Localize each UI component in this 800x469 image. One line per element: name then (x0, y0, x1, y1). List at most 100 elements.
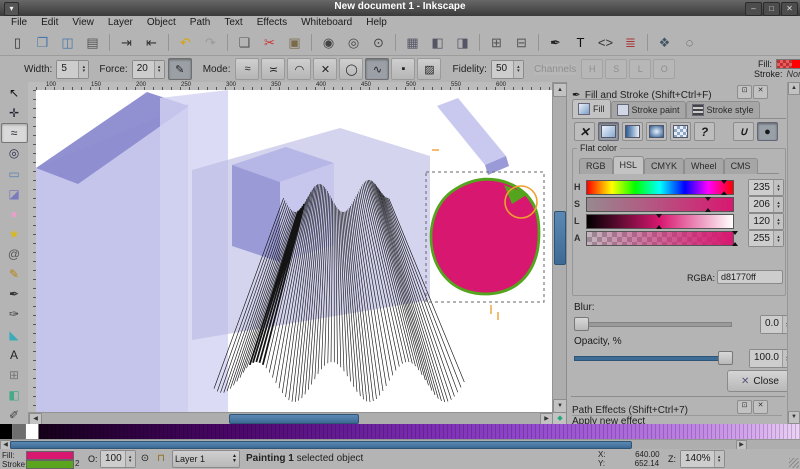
fill-stroke-panel-header[interactable]: ✒ Fill and Stroke (Shift+Ctrl+F) ⊡ ✕ (572, 85, 786, 99)
layer-visibility-icon[interactable]: ⊙ (138, 452, 152, 465)
open-document-button[interactable]: ❐ (31, 31, 54, 54)
align-dialog-button[interactable]: ≣ (619, 31, 642, 54)
redo-button[interactable]: ↷ (199, 31, 222, 54)
cs-tab-cms[interactable]: CMS (724, 158, 758, 174)
selector-tool[interactable]: ↖ (1, 83, 28, 103)
mode-move-button[interactable]: ≈ (235, 58, 259, 80)
create-clone-button[interactable]: ◧ (426, 31, 449, 54)
slider-thumb[interactable] (705, 208, 711, 212)
statusbar-stroke-swatch[interactable] (26, 460, 74, 469)
scroll-up-icon[interactable]: ▲ (788, 82, 800, 95)
slider-thumb[interactable] (705, 197, 711, 201)
slider-thumb[interactable] (721, 180, 727, 184)
print-button[interactable]: ▤ (81, 31, 104, 54)
vertical-scroll-thumb[interactable] (554, 211, 566, 265)
cs-tab-wheel[interactable]: Wheel (684, 158, 724, 174)
menu-item[interactable]: File (4, 17, 34, 28)
pen-tool[interactable]: ✒ (1, 284, 28, 304)
no-paint-button[interactable]: ✕ (574, 122, 595, 141)
dropper-tool[interactable]: ✐ (1, 405, 28, 425)
slider-thumb[interactable] (732, 242, 738, 246)
calligraphy-tool[interactable]: ✑ (1, 304, 28, 324)
palette-swatch-black[interactable] (0, 424, 13, 439)
palette-swatch-gray[interactable] (13, 424, 26, 439)
slider-thumb[interactable] (732, 231, 738, 235)
group-button[interactable]: ⊞ (485, 31, 508, 54)
slider-thumb[interactable] (656, 214, 662, 218)
unknown-paint-button[interactable]: ? (694, 122, 715, 141)
opacity-slider[interactable] (574, 350, 732, 364)
scroll-down-icon[interactable]: ▼ (788, 411, 800, 424)
text-dialog-button[interactable]: T (569, 31, 592, 54)
dock-float-button[interactable]: ⊡ (737, 85, 752, 99)
spin-arrows-icon[interactable]: ▴▾ (773, 214, 783, 229)
menu-item[interactable]: Whiteboard (294, 17, 359, 28)
scroll-up-icon[interactable]: ▲ (553, 83, 567, 97)
menu-item[interactable]: Path (183, 17, 218, 28)
horizontal-scroll-thumb[interactable] (229, 414, 359, 424)
fidelity-spinbox[interactable]: 50 ▴▾ (491, 60, 524, 79)
channel-o-button[interactable]: O (653, 59, 675, 79)
mode-scale-button[interactable]: ✕ (313, 58, 337, 80)
fill-swatch[interactable] (776, 59, 800, 69)
tab-stroke-style[interactable]: Stroke style (686, 101, 760, 118)
use-pressure-toggle[interactable]: ✎ (168, 58, 192, 80)
opacity-slider-thumb[interactable] (718, 351, 733, 365)
blur-slider-thumb[interactable] (574, 317, 589, 331)
dock-float-button[interactable]: ⊡ (737, 400, 752, 414)
scroll-down-icon[interactable]: ▼ (553, 399, 567, 413)
mode-move-inout-button[interactable]: ≍ (261, 58, 285, 80)
unlink-clone-button[interactable]: ◨ (451, 31, 474, 54)
cs-tab-hsl[interactable]: HSL (613, 156, 645, 174)
palette-purple-swatches[interactable] (39, 424, 800, 439)
tweak-tool[interactable]: ≈ (1, 123, 28, 143)
object-opacity-spinbox[interactable]: 100 ▴▾ (100, 450, 136, 468)
ellipse-tool[interactable]: ● (1, 204, 28, 224)
rectangle-tool[interactable]: ▭ (1, 164, 28, 184)
flat-color-button[interactable] (598, 122, 619, 141)
palette-swatch-white[interactable] (26, 424, 39, 439)
slider-spinbox[interactable]: 235 ▴▾ (748, 179, 784, 196)
new-document-button[interactable]: ▯ (6, 31, 29, 54)
radial-gradient-button[interactable] (646, 122, 667, 141)
menu-item[interactable]: Object (140, 17, 183, 28)
channel-h-button[interactable]: H (581, 59, 603, 79)
pattern-button[interactable] (670, 122, 691, 141)
zoom-tool[interactable]: ◎ (1, 143, 28, 163)
paintbucket-tool[interactable]: ◣ (1, 325, 28, 345)
slider-thumb[interactable] (721, 191, 727, 195)
channel-s-button[interactable]: S (605, 59, 627, 79)
palette-scroll-thumb[interactable] (10, 441, 632, 449)
mode-color-jitter-button[interactable]: ▨ (417, 58, 441, 80)
menu-item[interactable]: Effects (250, 17, 294, 28)
spin-arrows-icon[interactable]: ▴▾ (714, 451, 724, 467)
slider-spinbox[interactable]: 120 ▴▾ (748, 213, 784, 230)
spin-arrows-icon[interactable]: ▴▾ (513, 61, 523, 78)
dock-close-button[interactable]: ✕ (753, 400, 768, 414)
close-dialog-button[interactable]: ✕ Close (727, 370, 793, 392)
path-effects-panel-header[interactable]: Path Effects (Shift+Ctrl+7) ⊡ ✕ (572, 400, 786, 414)
cs-tab-rgb[interactable]: RGB (579, 158, 613, 174)
statusbar-fill-swatch[interactable] (26, 451, 74, 460)
xml-editor-button[interactable]: <> (594, 31, 617, 54)
slider-spinbox[interactable]: 255 ▴▾ (748, 230, 784, 247)
menu-item[interactable]: Edit (34, 17, 65, 28)
maximize-button[interactable]: □ (763, 2, 780, 16)
tab-stroke-paint[interactable]: Stroke paint (611, 101, 686, 118)
slider-bar[interactable] (586, 214, 734, 229)
spin-arrows-icon[interactable]: ▴▾ (154, 61, 164, 78)
pencil-tool[interactable]: ✎ (1, 264, 28, 284)
layer-lock-icon[interactable]: ⊓ (154, 452, 168, 465)
slider-bar[interactable] (586, 180, 734, 195)
saturation-slider[interactable]: S 206 ▴▾ (574, 197, 784, 212)
slider-bar[interactable] (586, 197, 734, 212)
zoom-drawing-button[interactable]: ◎ (342, 31, 365, 54)
text-tool[interactable]: A (1, 345, 28, 365)
copy-button[interactable]: ❏ (233, 31, 256, 54)
dock-scrollbar[interactable]: ▲ ▼ (787, 82, 800, 424)
tab-fill[interactable]: Fill (572, 99, 611, 118)
find-button[interactable]: ◌ (678, 31, 701, 54)
zoom-spinbox[interactable]: 140% ▴▾ (680, 450, 725, 468)
blur-slider[interactable] (574, 316, 732, 330)
mode-jitter-button[interactable]: ◠ (287, 58, 311, 80)
